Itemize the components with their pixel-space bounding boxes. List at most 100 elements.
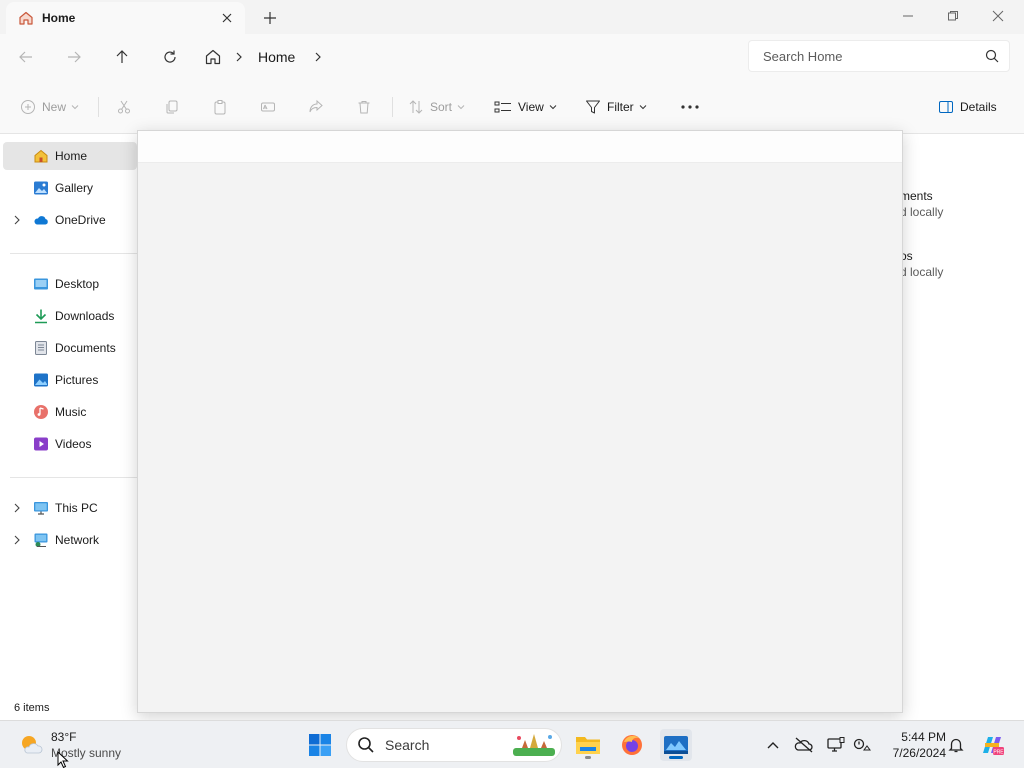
display-icon[interactable] (826, 735, 846, 755)
partial-item-status: d locally (900, 265, 944, 279)
paste-icon (212, 99, 228, 115)
blank-popup-window[interactable] (137, 130, 903, 713)
details-pane-icon (938, 99, 954, 115)
up-button[interactable] (110, 46, 134, 68)
sidebar-item-pictures[interactable]: Pictures (3, 366, 137, 394)
taskbar-search-label: Search (385, 737, 430, 753)
refresh-button[interactable] (158, 46, 182, 68)
share-button[interactable] (308, 95, 324, 119)
chevron-down-icon (639, 103, 647, 111)
sidebar-item-label: Home (55, 149, 88, 163)
show-hidden-icons-button[interactable] (763, 735, 783, 755)
copy-button[interactable] (164, 95, 180, 119)
partial-item-status: d locally (900, 205, 944, 219)
network-status-icon[interactable] (852, 735, 872, 755)
onedrive-offline-icon[interactable] (794, 735, 814, 755)
pictures-icon (33, 372, 49, 388)
rename-button[interactable] (260, 95, 276, 119)
sidebar-divider (10, 253, 137, 254)
rename-icon (260, 99, 276, 115)
details-label: Details (960, 100, 997, 114)
sidebar-item-label: Desktop (55, 277, 100, 291)
copilot-icon[interactable]: PRE (976, 729, 1008, 761)
view-label: View (518, 100, 544, 114)
chevron-down-icon (457, 103, 465, 111)
videos-icon (33, 436, 49, 452)
sidebar-item-music[interactable]: Music (3, 398, 137, 426)
new-tab-button[interactable] (260, 8, 280, 28)
paste-button[interactable] (212, 95, 228, 119)
tab-home[interactable]: Home (6, 2, 245, 34)
separator (98, 97, 99, 117)
popup-header (138, 131, 902, 163)
taskbar-file-explorer[interactable] (572, 729, 604, 761)
sidebar-item-documents[interactable]: Documents (3, 334, 137, 362)
home-icon (33, 148, 49, 164)
tab-close-icon[interactable] (219, 10, 235, 26)
details-button[interactable]: Details (938, 95, 997, 119)
sidebar-item-onedrive[interactable]: OneDrive (3, 206, 137, 234)
sort-button[interactable]: Sort (408, 95, 465, 119)
search-box[interactable] (748, 40, 1010, 72)
forward-button[interactable] (62, 46, 86, 68)
filter-icon (585, 99, 601, 115)
chevron-down-icon (71, 103, 79, 111)
sidebar-item-label: Downloads (55, 309, 115, 323)
taskbar-firefox[interactable] (616, 729, 648, 761)
minimize-button[interactable] (894, 6, 922, 26)
partial-item-name[interactable]: ments (900, 189, 933, 203)
filter-label: Filter (607, 100, 634, 114)
taskbar-active-app[interactable] (660, 729, 692, 761)
weather-temperature: 83°F (51, 730, 77, 744)
chevron-right-icon[interactable] (234, 52, 244, 62)
search-highlight-icon (513, 732, 555, 758)
restore-button[interactable] (939, 6, 967, 26)
delete-button[interactable] (356, 95, 372, 119)
chevron-right-icon[interactable] (12, 215, 22, 225)
svg-text:PRE: PRE (993, 749, 1004, 755)
chevron-right-icon[interactable] (313, 52, 323, 62)
sidebar-item-downloads[interactable]: Downloads (3, 302, 137, 330)
new-label: New (42, 100, 67, 114)
cloud-icon (33, 212, 49, 228)
sort-label: Sort (430, 100, 453, 114)
navigation-pane: Home Gallery OneDrive Desktop Downloads … (0, 134, 137, 720)
taskbar-search[interactable]: Search (346, 728, 562, 762)
share-icon (308, 99, 324, 115)
start-button[interactable] (304, 729, 336, 761)
running-indicator (585, 756, 591, 759)
sidebar-item-videos[interactable]: Videos (3, 430, 137, 458)
home-icon[interactable] (204, 48, 222, 66)
view-list-icon (494, 99, 512, 115)
sidebar-item-this-pc[interactable]: This PC (3, 494, 137, 522)
sidebar-item-gallery[interactable]: Gallery (3, 174, 137, 202)
breadcrumb[interactable]: Home (204, 40, 736, 74)
sidebar-divider (10, 477, 137, 478)
new-button[interactable]: New (20, 95, 79, 119)
sidebar-item-desktop[interactable]: Desktop (3, 270, 137, 298)
chevron-right-icon[interactable] (12, 535, 22, 545)
more-options-button[interactable] (680, 95, 700, 119)
notification-bell-icon[interactable] (946, 735, 966, 755)
sidebar-item-home[interactable]: Home (3, 142, 137, 170)
cut-button[interactable] (116, 95, 132, 119)
address-bar: Home (0, 34, 1024, 80)
view-button[interactable]: View (494, 95, 557, 119)
sidebar-item-label: Documents (55, 341, 116, 355)
chevron-right-icon[interactable] (12, 503, 22, 513)
sidebar-item-label: Videos (55, 437, 92, 451)
clock-time: 5:44 PM (901, 730, 946, 744)
documents-icon (33, 340, 49, 356)
back-button[interactable] (14, 46, 38, 68)
search-input[interactable] (763, 48, 973, 64)
home-icon (18, 10, 34, 26)
close-window-button[interactable] (984, 6, 1012, 26)
plus-circle-icon (20, 99, 36, 115)
separator (392, 97, 393, 117)
music-icon (33, 404, 49, 420)
filter-button[interactable]: Filter (585, 95, 647, 119)
weather-widget[interactable]: 83°F Mostly sunny (18, 727, 148, 763)
breadcrumb-home[interactable]: Home (258, 49, 295, 65)
sidebar-item-network[interactable]: Network (3, 526, 137, 554)
system-clock[interactable]: 5:44 PM 7/26/2024 (876, 729, 946, 761)
